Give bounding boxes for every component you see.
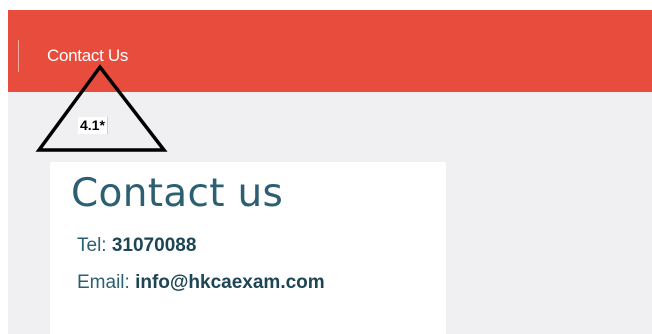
left-margin [0, 0, 8, 334]
nav-link-contact-us[interactable]: Contact Us [47, 46, 128, 66]
email-value[interactable]: info@hkcaexam.com [135, 272, 325, 293]
email-label: Email: [77, 272, 130, 293]
navigation-bar: Contact Us [8, 10, 652, 92]
annotation-label: 4.1* [78, 117, 108, 134]
nav-divider [18, 40, 19, 72]
tel-label: Tel: [77, 235, 107, 256]
contact-card: Contact us Tel: 31070088 Email: info@hkc… [50, 162, 446, 334]
top-margin [0, 0, 652, 10]
tel-line: Tel: 31070088 [77, 235, 196, 257]
tel-value[interactable]: 31070088 [112, 235, 197, 256]
contact-title: Contact us [71, 171, 284, 216]
email-line: Email: info@hkcaexam.com [77, 272, 325, 294]
